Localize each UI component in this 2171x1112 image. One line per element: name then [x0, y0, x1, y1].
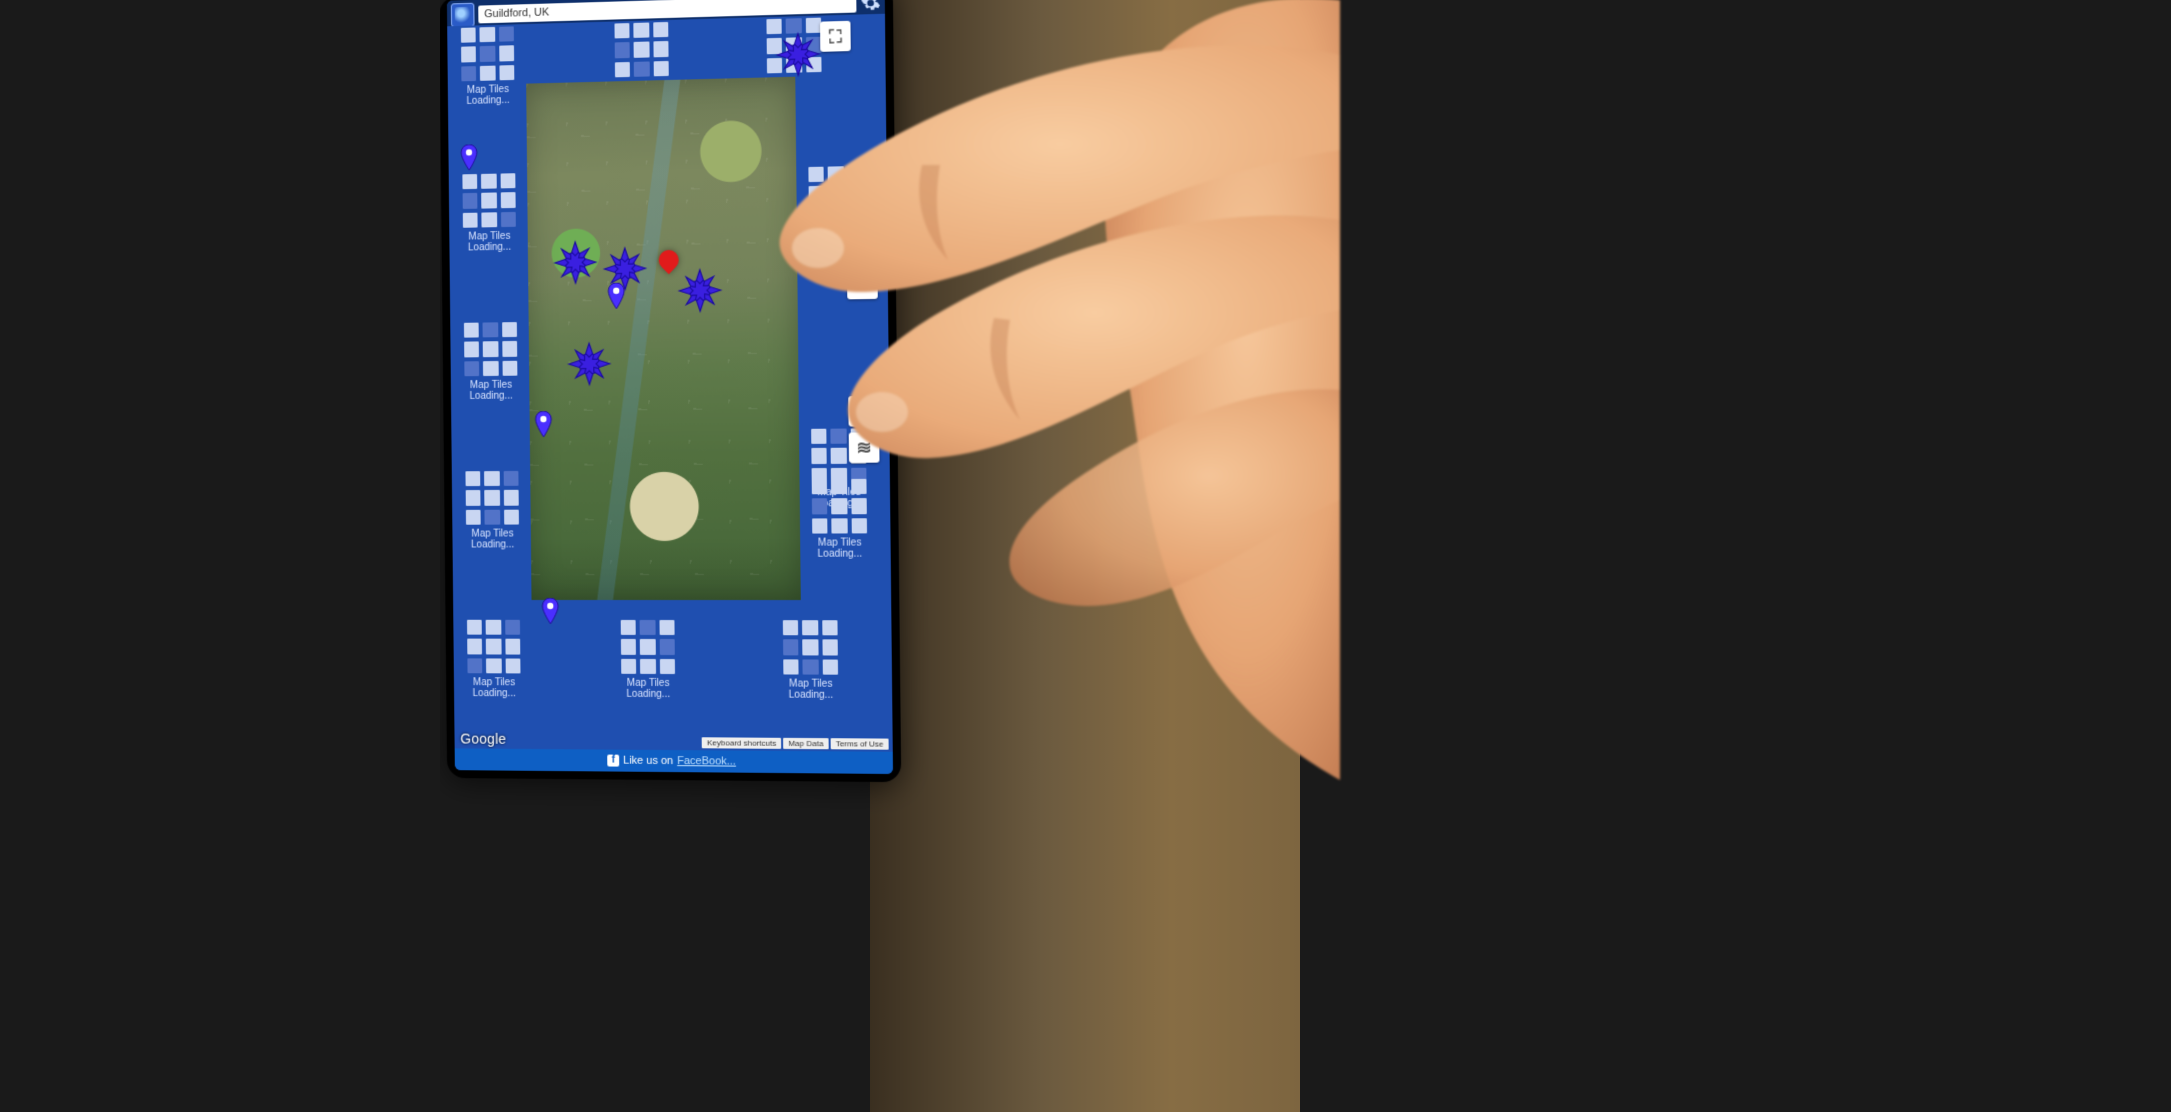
tile-loading: Map Tiles Loading... [451, 173, 528, 254]
tile-loading: Map Tiles Loading... [800, 479, 880, 560]
marker-cluster[interactable] [677, 267, 724, 314]
desk-surface [870, 0, 1300, 1112]
tile-loading: Map Tiles Loading... [452, 322, 529, 402]
tile-loading: Map Tiles Loading... [454, 471, 531, 551]
map-viewport[interactable]: Map Tiles Loading... Map Tiles Loading..… [447, 14, 893, 752]
map-pin[interactable] [460, 144, 478, 170]
marker-cluster[interactable] [775, 31, 822, 79]
zoom-out-button[interactable]: − [847, 269, 878, 300]
pillarbox-right [1921, 0, 2171, 1112]
bottom-bar: f Like us on FaceBook... [455, 748, 893, 774]
map-pin[interactable] [534, 411, 552, 437]
aerial-tile[interactable] [526, 77, 801, 600]
marker-cluster[interactable] [552, 239, 598, 286]
footer-link[interactable]: Keyboard shortcuts [702, 737, 781, 749]
layers-button[interactable]: ≋ [849, 432, 880, 463]
tile-loading: Map Tiles Loading... [455, 620, 532, 700]
bottom-text: Like us on [623, 755, 673, 767]
phone-screen[interactable]: Guildford, UK Map Tiles Loading... Map T… [447, 0, 893, 774]
zoom-in-button[interactable]: + [847, 234, 878, 265]
facebook-link[interactable]: FaceBook... [677, 755, 736, 768]
tile-loading: Map Tiles Loading... [449, 26, 526, 107]
pillarbox-left [0, 0, 440, 1112]
phone-device: Guildford, UK Map Tiles Loading... Map T… [439, 0, 901, 782]
map-pin[interactable] [541, 598, 559, 624]
map-footer-links: Keyboard shortcuts Map Data Terms of Use [702, 737, 889, 749]
gear-icon[interactable] [860, 0, 881, 13]
google-attribution: Google [460, 731, 506, 747]
tile-loading: Map Tiles Loading... [771, 620, 851, 701]
locate-button[interactable]: ◎ [848, 396, 879, 427]
tile-loading [603, 22, 681, 82]
map-pin[interactable] [607, 283, 625, 309]
footer-link[interactable]: Map Data [783, 738, 828, 749]
footer-link[interactable]: Terms of Use [830, 738, 888, 750]
stage: Guildford, UK Map Tiles Loading... Map T… [0, 0, 2171, 1112]
fullscreen-button[interactable]: ⛶ [820, 21, 851, 52]
app-icon[interactable] [451, 3, 475, 27]
tile-loading: Map Tiles Loading... [609, 620, 687, 700]
marker-cluster[interactable] [566, 341, 612, 387]
facebook-icon[interactable]: f [607, 755, 619, 767]
